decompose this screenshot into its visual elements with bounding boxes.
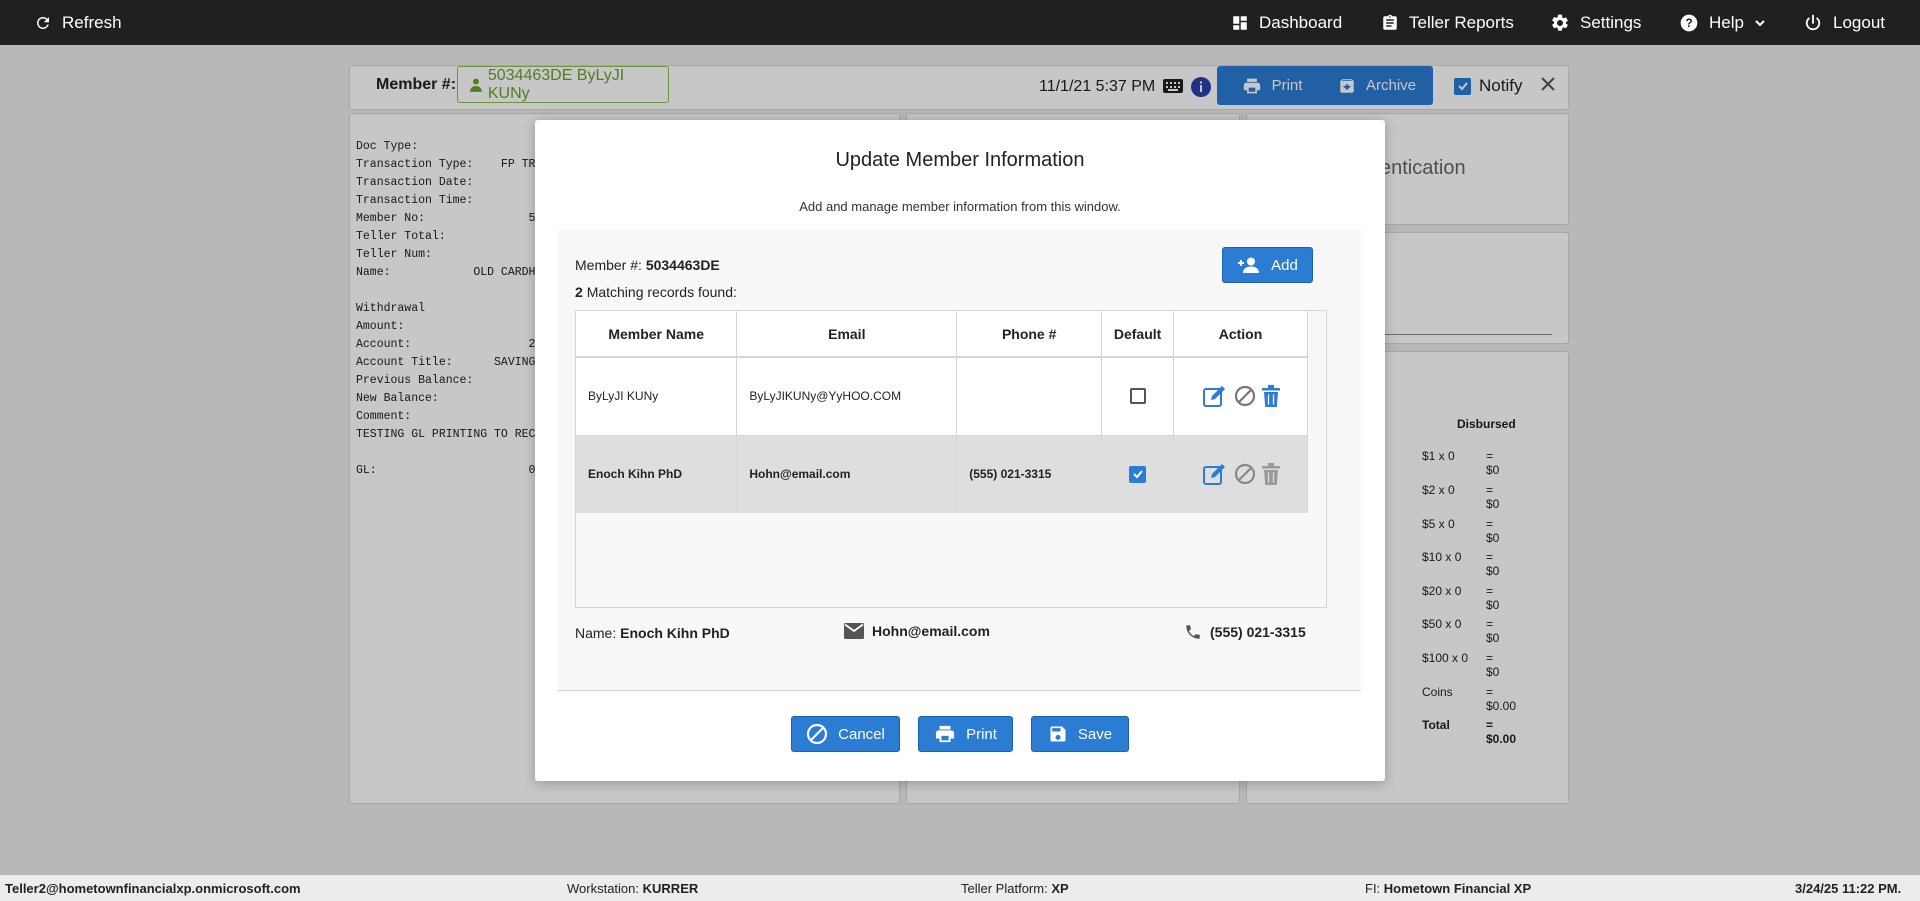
status-workstation: Workstation: KURRER <box>567 881 698 896</box>
print-label: Print <box>966 725 997 743</box>
nav-logout-label: Logout <box>1833 12 1885 32</box>
cancel-icon <box>807 723 828 745</box>
summary-phone: (555) 021-3315 <box>1184 623 1306 641</box>
member-name-cell: ByLyJI KUNy <box>576 357 738 436</box>
cancel-label: Cancel <box>838 725 885 743</box>
summary-email: Hohn@email.com <box>844 623 990 639</box>
default-cell <box>1101 435 1175 513</box>
email-cell: Hohn@email.com <box>736 435 958 513</box>
floppy-disk-icon <box>1050 726 1066 742</box>
action-cell <box>1173 435 1308 513</box>
printer-icon <box>935 725 955 743</box>
disable-icon[interactable] <box>1234 463 1256 485</box>
workstation-value: KURRER <box>642 881 699 896</box>
fi-value: Hometown Financial XP <box>1383 881 1532 896</box>
nav-help-label: Help <box>1709 12 1744 32</box>
add-person-icon <box>1238 257 1260 273</box>
match-count-text: Matching records found: <box>586 284 737 300</box>
summary-email-value: Hohn@email.com <box>872 623 990 639</box>
default-cell <box>1101 357 1175 436</box>
summary-phone-value: (555) 021-3315 <box>1210 624 1306 640</box>
modal-content-panel: Member #: 5034463DE 2 Matching records f… <box>558 230 1361 691</box>
column-header[interactable]: Action <box>1173 311 1308 358</box>
cancel-button[interactable]: Cancel <box>791 716 900 752</box>
summary-name-label: Name: <box>575 625 617 641</box>
nav-settings[interactable]: Settings <box>1550 0 1641 45</box>
modal-member-number: Member #: 5034463DE <box>575 257 720 273</box>
platform-value: XP <box>1051 881 1069 896</box>
status-fi: FI: Hometown Financial XP <box>1365 881 1531 896</box>
member-name-cell: Enoch Kihn PhD <box>576 435 738 513</box>
add-button-label: Add <box>1271 256 1298 274</box>
trash-icon[interactable] <box>1261 385 1280 408</box>
status-datetime: 3/24/25 11:22 PM. <box>1795 881 1902 896</box>
save-button[interactable]: Save <box>1031 716 1129 752</box>
match-count-value: 2 <box>575 284 583 300</box>
svg-text:?: ? <box>1685 17 1692 30</box>
help-icon: ? <box>1680 14 1698 31</box>
add-member-button[interactable]: Add <box>1222 247 1313 283</box>
nav-settings-label: Settings <box>1580 12 1642 32</box>
disable-icon[interactable] <box>1234 385 1256 407</box>
nav-help[interactable]: ? Help <box>1679 0 1766 45</box>
refresh-icon <box>37 16 49 29</box>
modal-subtitle: Add and manage member information from t… <box>799 199 1121 214</box>
refresh-label: Refresh <box>62 12 122 32</box>
column-header[interactable]: Default <box>1101 311 1175 358</box>
save-label: Save <box>1077 725 1113 743</box>
table-row-selected[interactable]: Enoch Kihn PhD Hohn@email.com (555) 021-… <box>576 435 1308 513</box>
column-header[interactable]: Phone # <box>956 311 1103 358</box>
nav-logout[interactable]: Logout <box>1803 0 1885 45</box>
action-cell <box>1173 357 1308 436</box>
modal-title: Update Member Information <box>835 149 1085 171</box>
gear-icon <box>1552 14 1568 31</box>
trash-icon <box>1261 463 1280 486</box>
edit-icon[interactable] <box>1202 384 1228 408</box>
print-button[interactable]: Print <box>918 716 1013 752</box>
phone-cell <box>956 357 1103 436</box>
nav-dashboard-label: Dashboard <box>1259 12 1343 32</box>
nav-teller-reports[interactable]: Teller Reports <box>1381 0 1514 45</box>
refresh-button[interactable]: Refresh <box>34 0 122 45</box>
power-icon <box>1805 14 1821 30</box>
clipboard-icon <box>1383 14 1397 30</box>
top-nav: Refresh Dashboard Teller Reports Setting… <box>0 0 1920 45</box>
table-header-row: Member Name Email Phone # Default Action <box>576 311 1308 358</box>
status-user: Teller2@hometownfinancialxp.onmicrosoft.… <box>5 881 301 896</box>
member-number-label: Member #: <box>575 257 642 273</box>
phone-icon <box>1186 625 1200 639</box>
nav-teller-reports-label: Teller Reports <box>1409 12 1514 32</box>
column-header[interactable]: Member Name <box>576 311 738 358</box>
workstation-label: Workstation: <box>567 881 640 896</box>
summary-name: Name: Enoch Kihn PhD <box>575 625 730 641</box>
default-checkbox[interactable] <box>1129 388 1146 405</box>
member-number-value: 5034463DE <box>645 257 720 273</box>
dashboard-icon <box>1233 15 1247 30</box>
summary-name-value: Enoch Kihn PhD <box>620 625 730 641</box>
edit-icon[interactable] <box>1202 462 1228 486</box>
status-bar: Teller2@hometownfinancialxp.onmicrosoft.… <box>0 875 1920 901</box>
default-checkbox-checked[interactable] <box>1129 465 1147 483</box>
table-row[interactable]: ByLyJI KUNy ByLyJIKUNy@YyHOO.COM <box>576 357 1308 436</box>
chevron-down-icon <box>1755 19 1765 26</box>
match-count: 2 Matching records found: <box>575 284 737 300</box>
fi-label: FI: <box>1365 881 1381 896</box>
email-cell: ByLyJIKUNy@YyHOO.COM <box>736 357 958 436</box>
platform-label: Teller Platform: <box>961 881 1048 896</box>
nav-dashboard[interactable]: Dashboard <box>1231 0 1342 45</box>
column-header[interactable]: Email <box>736 311 958 358</box>
envelope-icon <box>844 623 864 639</box>
phone-cell: (555) 021-3315 <box>956 435 1103 513</box>
check-icon <box>1132 470 1143 479</box>
status-platform: Teller Platform: XP <box>961 881 1069 896</box>
update-member-modal: Update Member Information Add and manage… <box>535 120 1385 781</box>
member-records-table: Member Name Email Phone # Default Action… <box>575 310 1327 608</box>
